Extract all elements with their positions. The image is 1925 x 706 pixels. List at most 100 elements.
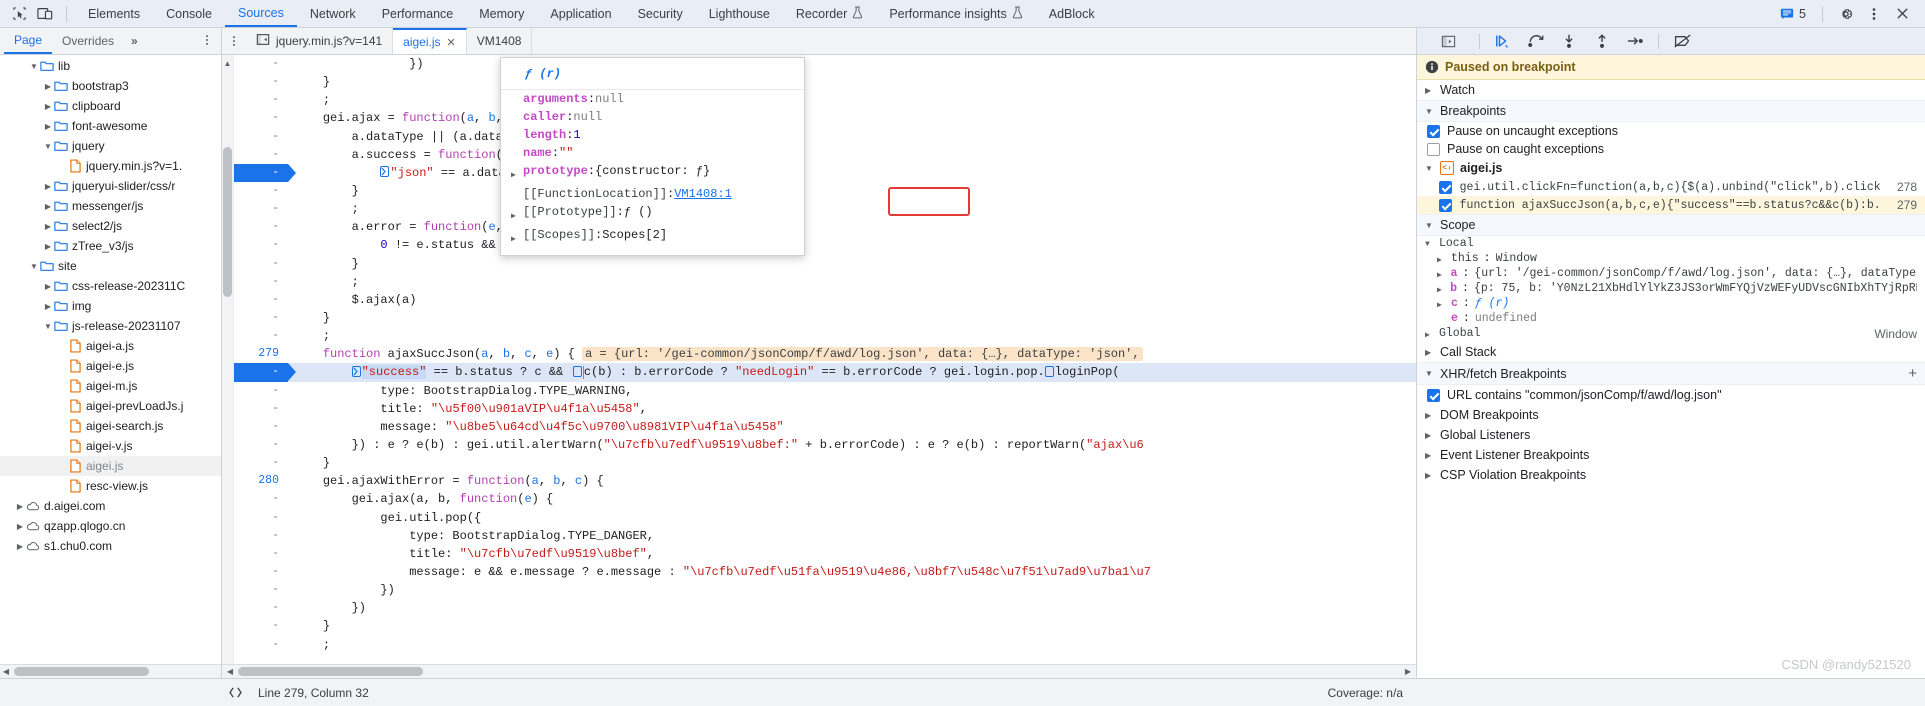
- code-line[interactable]: - $.ajax(a): [234, 291, 1416, 309]
- dom-breakpoints-section-header[interactable]: ▶ DOM Breakpoints: [1417, 405, 1925, 425]
- line-number[interactable]: -: [234, 563, 288, 581]
- breakpoint-enabled-checkbox[interactable]: [1439, 198, 1452, 212]
- pause-uncaught-exceptions-checkbox[interactable]: [1427, 124, 1440, 138]
- tab-performance[interactable]: Performance: [369, 0, 467, 27]
- chevron-right-icon[interactable]: ▶: [1437, 267, 1445, 280]
- breakpoint-item[interactable]: gei.util.clickFn=function(a,b,c){$(a).un…: [1417, 178, 1925, 196]
- step-into-next-function-call-button[interactable]: [1559, 31, 1579, 51]
- tree-file[interactable]: aigei-search.js: [0, 416, 221, 436]
- console-messages-badge[interactable]: 5: [1774, 7, 1812, 21]
- device-toolbar-icon[interactable]: [32, 2, 58, 26]
- code-line[interactable]: - type: BootstrapDialog.TYPE_DANGER,: [234, 527, 1416, 545]
- tab-console[interactable]: Console: [153, 0, 225, 27]
- scrollbar-thumb[interactable]: [223, 147, 232, 297]
- xhr-breakpoint-rule-row[interactable]: URL contains "common/jsonComp/f/awd/log.…: [1417, 385, 1925, 405]
- line-number[interactable]: -: [234, 55, 288, 73]
- deactivate-breakpoints-button[interactable]: [1672, 31, 1692, 51]
- scope-variable-row[interactable]: e: undefined: [1417, 311, 1925, 326]
- tab-network[interactable]: Network: [297, 0, 369, 27]
- editor-vertical-scrollbar[interactable]: ▲: [222, 55, 234, 664]
- xhr-breakpoint-checkbox[interactable]: [1427, 388, 1440, 402]
- chevron-right-icon[interactable]: ▶: [1437, 252, 1446, 265]
- code-line[interactable]: - ;: [234, 636, 1416, 654]
- show-navigator-icon[interactable]: [256, 33, 270, 49]
- breakpoint-marker[interactable]: -: [234, 363, 296, 382]
- code-line[interactable]: - }) : e ? e(b) : gei.util.alertWarn("\u…: [234, 436, 1416, 454]
- chevron-right-icon[interactable]: ▶: [42, 122, 54, 131]
- line-number[interactable]: -: [234, 182, 288, 200]
- xhr-breakpoints-section-header[interactable]: ▼ XHR/fetch Breakpoints +: [1417, 362, 1925, 385]
- code-line[interactable]: - message: "\u8be5\u64cd\u4f5c\u9700\u89…: [234, 418, 1416, 436]
- inline-breakpoint-chevron-icon[interactable]: [380, 166, 390, 178]
- line-number[interactable]: -: [234, 255, 288, 273]
- chevron-right-icon[interactable]: ▶: [511, 226, 523, 249]
- object-property-row[interactable]: ▶ [[Scopes]]: Scopes[2]: [501, 226, 804, 249]
- tree-folder[interactable]: ▼ site: [0, 256, 221, 276]
- navigator-tab-overrides[interactable]: Overrides: [52, 28, 124, 54]
- code-line[interactable]: - ;: [234, 327, 1416, 345]
- call-stack-section-header[interactable]: ▶ Call Stack: [1417, 342, 1925, 362]
- tree-domain[interactable]: ▶ s1.chu0.com: [0, 536, 221, 556]
- line-number[interactable]: -: [234, 636, 288, 654]
- close-icon[interactable]: ✕: [447, 36, 456, 49]
- object-property-row[interactable]: ▶ [[Prototype]]: ƒ (): [501, 203, 804, 226]
- tree-file[interactable]: resc-view.js: [0, 476, 221, 496]
- tree-file[interactable]: jquery.min.js?v=1.: [0, 156, 221, 176]
- tree-file[interactable]: aigei-prevLoadJs.j: [0, 396, 221, 416]
- tree-domain[interactable]: ▶ d.aigei.com: [0, 496, 221, 516]
- tab-sources[interactable]: Sources: [224, 0, 297, 27]
- breakpoint-item[interactable]: function ajaxSuccJson(a,b,c,e){"success"…: [1417, 196, 1925, 214]
- breakpoint-file-group[interactable]: ▼ <› aigei.js: [1417, 158, 1925, 178]
- code-line[interactable]: - title: "\u5f00\u901aVIP\u4f1a\u5458",: [234, 400, 1416, 418]
- code-line[interactable]: - a.error = function(e, g, k) {: [234, 218, 1416, 236]
- step-out-of-current-function-button[interactable]: [1592, 31, 1612, 51]
- tab-lighthouse[interactable]: Lighthouse: [696, 0, 783, 27]
- resume-script-execution-button[interactable]: [1493, 31, 1513, 51]
- tree-file[interactable]: aigei.js: [0, 456, 221, 476]
- line-number[interactable]: -: [234, 200, 288, 218]
- object-property-row[interactable]: name: "": [501, 144, 804, 162]
- line-number[interactable]: -: [234, 327, 288, 345]
- chevron-right-icon[interactable]: ▶: [14, 502, 26, 511]
- navigator-tab-page[interactable]: Page: [4, 28, 53, 54]
- chevron-right-icon[interactable]: ▶: [42, 282, 54, 291]
- line-number[interactable]: -: [234, 436, 288, 454]
- inline-breakpoint-chevron-icon-3[interactable]: [1044, 365, 1054, 377]
- line-number[interactable]: -: [234, 599, 288, 617]
- pause-caught-exceptions-checkbox[interactable]: [1427, 142, 1440, 156]
- tree-folder[interactable]: ▼ lib: [0, 56, 221, 76]
- tab-adblock[interactable]: AdBlock: [1036, 0, 1108, 27]
- object-property-row[interactable]: [[FunctionLocation]]: VM1408:1: [501, 185, 804, 203]
- tree-folder[interactable]: ▶ clipboard: [0, 96, 221, 116]
- chevron-right-icon[interactable]: ▶: [42, 82, 54, 91]
- chevron-right-icon[interactable]: ▶: [42, 222, 54, 231]
- chevron-right-icon[interactable]: ▶: [511, 203, 523, 226]
- tree-domain[interactable]: ▶ qzapp.qlogo.cn: [0, 516, 221, 536]
- line-number[interactable]: -: [234, 418, 288, 436]
- close-icon[interactable]: [1889, 2, 1915, 26]
- tab-recorder[interactable]: Recorder: [783, 0, 876, 27]
- editor-horizontal-scrollbar[interactable]: ◀ ▶: [222, 664, 1416, 678]
- event-listener-breakpoints-section-header[interactable]: ▶ Event Listener Breakpoints: [1417, 445, 1925, 465]
- inspect-element-icon[interactable]: [6, 2, 32, 26]
- code-line[interactable]: - ;: [234, 91, 1416, 109]
- object-property-row[interactable]: ▶ prototype: {constructor: ƒ}: [501, 162, 804, 185]
- tab-elements[interactable]: Elements: [75, 0, 153, 27]
- code-line[interactable]: - }: [234, 73, 1416, 91]
- code-line[interactable]: - }: [234, 255, 1416, 273]
- pause-uncaught-exceptions-row[interactable]: Pause on uncaught exceptions: [1417, 122, 1925, 140]
- code-line[interactable]: - title: "\u7cfb\u7edf\u9519\u8bef",: [234, 545, 1416, 563]
- line-number[interactable]: -: [234, 73, 288, 91]
- tree-folder[interactable]: ▶ font-awesome: [0, 116, 221, 136]
- inline-breakpoint-chevron-icon[interactable]: [351, 365, 361, 377]
- editor-tab-aigei-js[interactable]: aigei.js ✕: [393, 28, 467, 54]
- line-number[interactable]: -: [234, 218, 288, 236]
- line-number[interactable]: -: [234, 581, 288, 599]
- step-over-next-function-call-button[interactable]: [1526, 31, 1546, 51]
- code-line[interactable]: - gei.util.pop({: [234, 509, 1416, 527]
- chevron-right-icon[interactable]: ▶: [42, 242, 54, 251]
- source-code-content[interactable]: - })- }- ;- gei.ajax = function(a, b, c)…: [234, 55, 1416, 664]
- chevron-right-icon[interactable]: ▶: [42, 182, 54, 191]
- code-line[interactable]: - a.dataType || (a.dataType = "j: [234, 128, 1416, 146]
- scope-global-row[interactable]: ▶ Global Window: [1417, 326, 1925, 342]
